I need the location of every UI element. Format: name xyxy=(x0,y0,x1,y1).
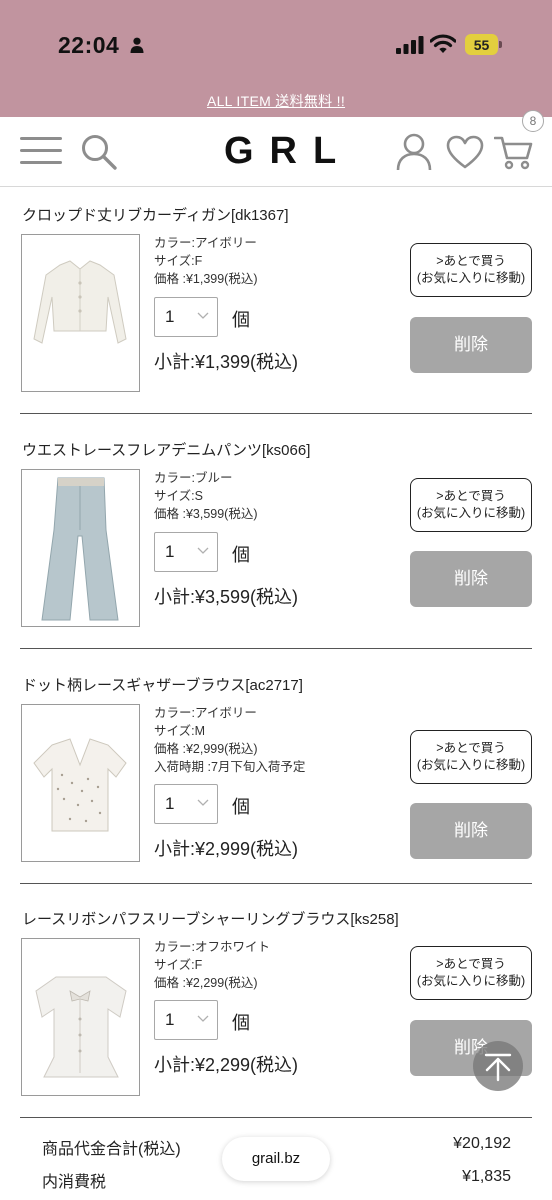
item-details: カラー:ブルー サイズ:S 価格 :¥3,599(税込) xyxy=(154,469,258,523)
item-divider xyxy=(20,1117,532,1118)
save-for-later-sublabel: (お気に入りに移動) xyxy=(416,271,526,285)
search-icon[interactable] xyxy=(80,133,118,171)
quantity-select[interactable]: 1 xyxy=(154,784,218,824)
cellular-signal-icon xyxy=(396,36,424,54)
item-image[interactable] xyxy=(21,234,140,392)
quantity-unit: 個 xyxy=(232,545,250,565)
item-image[interactable] xyxy=(21,704,140,862)
goods-total-label: 商品代金合計(税込) xyxy=(42,1141,181,1158)
save-for-later-button[interactable]: >あとで買う (お気に入りに移動) xyxy=(410,730,532,784)
save-for-later-button[interactable]: >あとで買う (お気に入りに移動) xyxy=(410,478,532,532)
item-size: サイズ:S xyxy=(154,489,203,503)
item-color: カラー:オフホワイト xyxy=(154,940,270,954)
quantity-unit: 個 xyxy=(232,797,250,817)
item-title[interactable]: クロップド丈リブカーディガン[dk1367] xyxy=(22,204,289,225)
item-subtotal: 小計:¥2,299(税込) xyxy=(154,1055,299,1075)
save-for-later-label: >あとで買う xyxy=(436,489,506,503)
item-price: 価格 :¥2,299(税込) xyxy=(154,976,258,990)
item-details: カラー:アイボリー サイズ:M 価格 :¥2,999(税込) 入荷時期 :7月下… xyxy=(154,704,305,776)
save-for-later-sublabel: (お気に入りに移動) xyxy=(416,758,526,772)
cart-item: ドット柄レースギャザーブラウス[ac2717] カラー:アイボリー サイズ:M … xyxy=(0,658,552,884)
scroll-to-top-button[interactable] xyxy=(473,1041,523,1091)
item-size: サイズ:F xyxy=(154,958,203,972)
site-header: GRL 8 xyxy=(0,110,552,187)
item-subtotal: 小計:¥2,999(税込) xyxy=(154,839,299,859)
wifi-icon xyxy=(430,34,456,53)
quantity-value: 1 xyxy=(165,794,175,813)
quantity-select[interactable]: 1 xyxy=(154,532,218,572)
quantity-value: 1 xyxy=(165,1010,175,1029)
item-arrival: 入荷時期 :7月下旬入荷予定 xyxy=(154,760,306,774)
item-title[interactable]: レースリボンパフスリーブシャーリングブラウス[ks258] xyxy=(22,908,399,929)
arrow-up-icon xyxy=(484,1053,512,1082)
save-for-later-label: >あとで買う xyxy=(436,741,506,755)
item-details: カラー:アイボリー サイズ:F 価格 :¥1,399(税込) xyxy=(154,234,258,288)
delete-button[interactable]: 削除 xyxy=(410,317,532,373)
quantity-value: 1 xyxy=(165,307,175,326)
item-title[interactable]: ドット柄レースギャザーブラウス[ac2717] xyxy=(22,674,303,695)
item-color: カラー:ブルー xyxy=(154,471,233,485)
cart-item: クロップド丈リブカーディガン[dk1367] カラー:アイボリー サイズ:F 価… xyxy=(0,188,552,414)
item-size: サイズ:M xyxy=(154,724,206,738)
chevron-down-icon xyxy=(197,547,209,554)
item-size: サイズ:F xyxy=(154,254,203,268)
status-time: 22:04 xyxy=(58,32,120,58)
quantity-unit: 個 xyxy=(232,310,250,330)
item-color: カラー:アイボリー xyxy=(154,236,257,250)
cart-item: ウエストレースフレアデニムパンツ[ks066] カラー:ブルー サイズ:S 価格… xyxy=(0,423,552,649)
dot-blouse-image xyxy=(33,738,127,832)
battery-icon: 55 xyxy=(465,34,502,55)
heart-icon[interactable] xyxy=(446,135,484,169)
goods-total-value: ¥20,192 xyxy=(453,1135,511,1152)
tax-value: ¥1,835 xyxy=(462,1168,511,1185)
menu-icon[interactable] xyxy=(20,135,62,167)
item-price: 価格 :¥2,999(税込) xyxy=(154,742,258,756)
item-image[interactable] xyxy=(21,938,140,1096)
chevron-down-icon xyxy=(197,1015,209,1022)
item-title[interactable]: ウエストレースフレアデニムパンツ[ks066] xyxy=(22,439,310,460)
puff-sleeve-blouse-image xyxy=(35,976,127,1078)
save-for-later-label: >あとで買う xyxy=(436,254,506,268)
cart-icon[interactable] xyxy=(494,133,534,171)
tax-label: 内消費税 xyxy=(42,1174,107,1191)
item-subtotal: 小計:¥3,599(税込) xyxy=(154,587,299,607)
item-subtotal: 小計:¥1,399(税込) xyxy=(154,352,299,372)
cardigan-image xyxy=(33,260,127,344)
person-icon xyxy=(130,37,144,53)
item-price: 価格 :¥3,599(税込) xyxy=(154,507,258,521)
chevron-down-icon xyxy=(197,312,209,319)
item-image[interactable] xyxy=(21,469,140,627)
delete-button[interactable]: 削除 xyxy=(410,551,532,607)
cart-count-badge: 8 xyxy=(522,110,544,132)
browser-url-bar[interactable]: grail.bz xyxy=(222,1137,330,1181)
item-divider xyxy=(20,883,532,884)
quantity-select[interactable]: 1 xyxy=(154,1000,218,1040)
quantity-select[interactable]: 1 xyxy=(154,297,218,337)
site-logo[interactable]: GRL xyxy=(224,130,352,173)
battery-level: 55 xyxy=(465,34,498,55)
cart-item: レースリボンパフスリーブシャーリングブラウス[ks258] カラー:オフホワイト… xyxy=(0,892,552,1118)
item-price: 価格 :¥1,399(税込) xyxy=(154,272,258,286)
quantity-unit: 個 xyxy=(232,1013,250,1033)
save-for-later-label: >あとで買う xyxy=(436,957,506,971)
quantity-value: 1 xyxy=(165,542,175,561)
item-divider xyxy=(20,648,532,649)
promo-link[interactable]: ALL ITEM 送料無料 !! xyxy=(0,91,552,111)
save-for-later-button[interactable]: >あとで買う (お気に入りに移動) xyxy=(410,243,532,297)
save-for-later-button[interactable]: >あとで買う (お気に入りに移動) xyxy=(410,946,532,1000)
delete-button[interactable]: 削除 xyxy=(410,803,532,859)
item-color: カラー:アイボリー xyxy=(154,706,257,720)
save-for-later-sublabel: (お気に入りに移動) xyxy=(416,974,526,988)
item-divider xyxy=(20,413,532,414)
chevron-down-icon xyxy=(197,799,209,806)
save-for-later-sublabel: (お気に入りに移動) xyxy=(416,506,526,520)
item-details: カラー:オフホワイト サイズ:F 価格 :¥2,299(税込) xyxy=(154,938,270,992)
denim-pants-image xyxy=(41,477,119,621)
account-icon[interactable] xyxy=(396,133,432,171)
